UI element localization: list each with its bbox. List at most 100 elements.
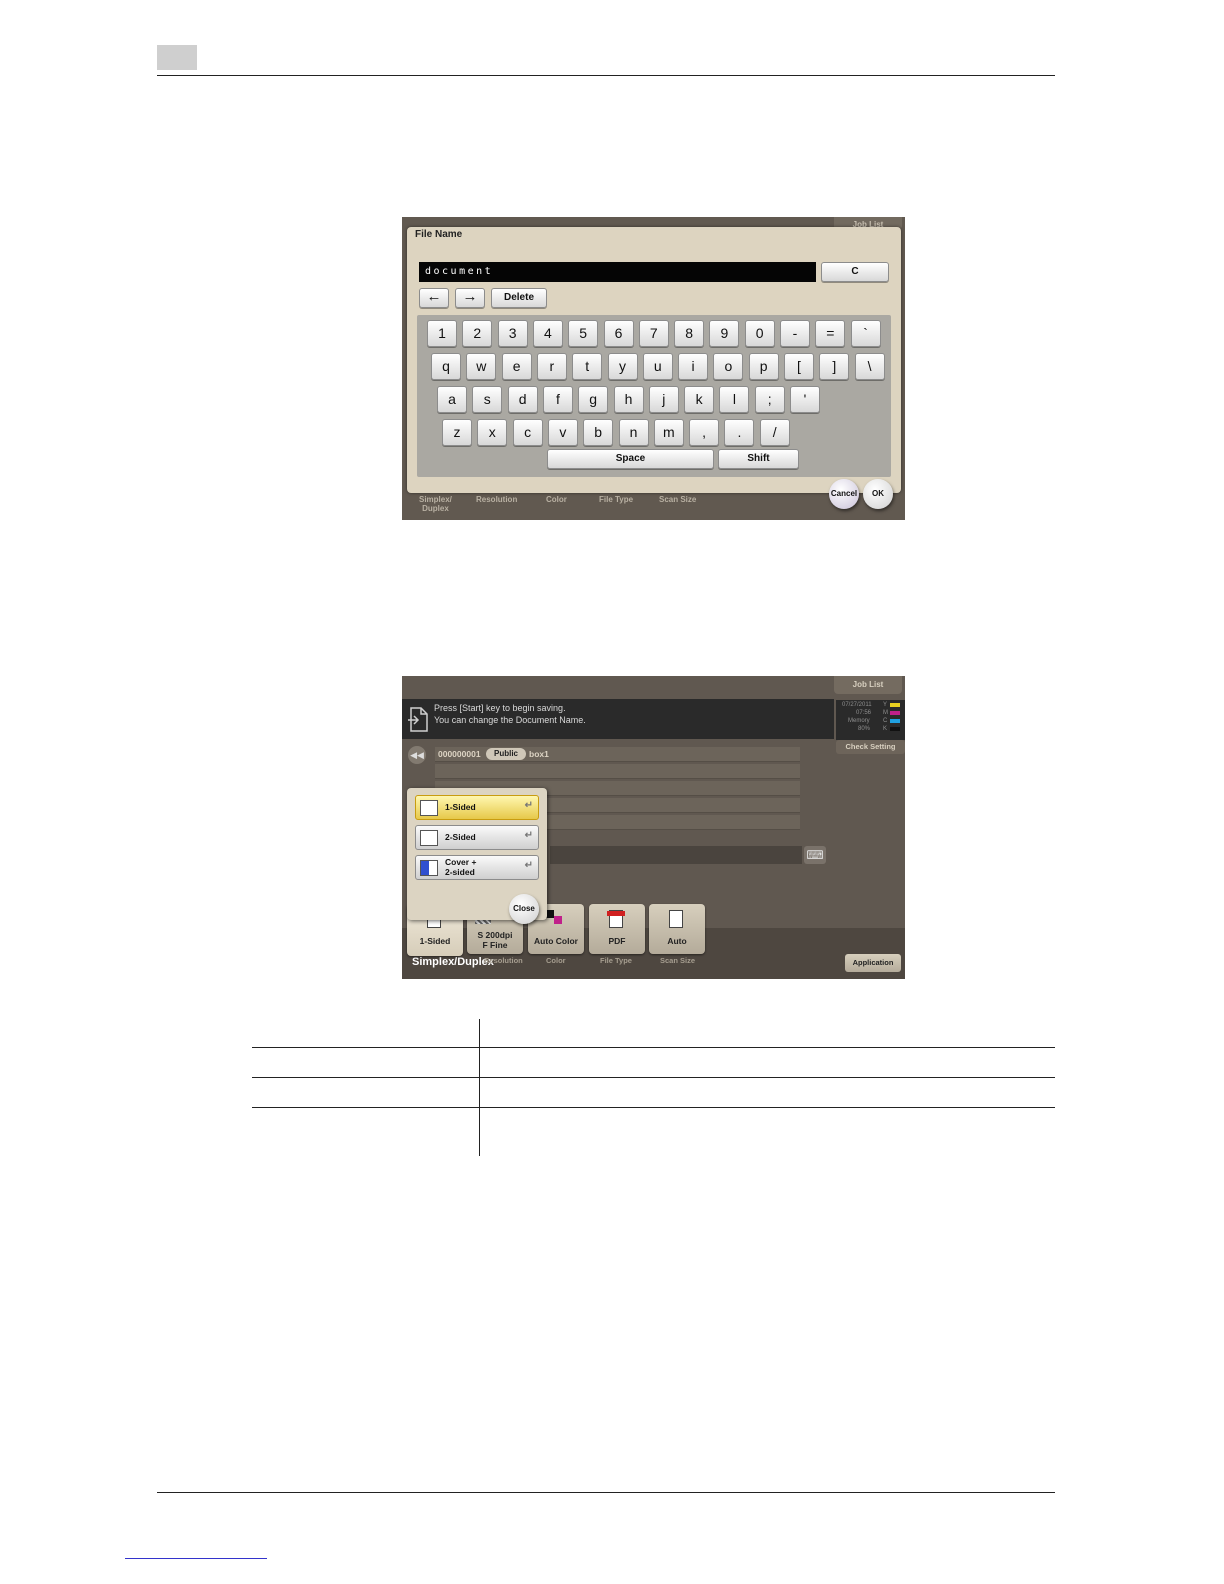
- option-1-sided[interactable]: 1-Sided ↵: [415, 795, 539, 820]
- clear-button[interactable]: C: [821, 262, 889, 282]
- key-button[interactable]: g: [578, 386, 609, 413]
- key-button[interactable]: e: [501, 353, 532, 380]
- status-date: 07/27/2011: [842, 702, 872, 708]
- shift-key[interactable]: Shift: [718, 449, 799, 469]
- key-button[interactable]: 4: [532, 320, 563, 347]
- cover-two-sided-icon: [420, 860, 438, 876]
- cursor-left-button[interactable]: ←: [419, 288, 449, 308]
- close-button[interactable]: Close: [509, 894, 539, 924]
- option-cover-2-sided[interactable]: Cover + 2-sided ↵: [415, 855, 539, 880]
- cursor-right-button[interactable]: →: [455, 288, 485, 308]
- resolution-value: S 200dpi F Fine: [477, 930, 513, 950]
- keyboard-icon[interactable]: ⌨: [804, 846, 826, 864]
- file-name-keyboard-screenshot: Job List File Name document C ← → Delete…: [402, 217, 905, 520]
- toner-y-label: Y: [883, 702, 888, 708]
- key-button[interactable]: 5: [568, 320, 599, 347]
- delete-button[interactable]: Delete: [491, 288, 547, 308]
- key-button[interactable]: o: [713, 353, 744, 380]
- table-column-divider: [479, 1019, 480, 1156]
- key-button[interactable]: ]: [819, 353, 850, 380]
- key-button[interactable]: m: [653, 419, 684, 446]
- box-type-badge: Public: [486, 748, 526, 760]
- key-button[interactable]: .: [724, 419, 755, 446]
- check-setting-tab[interactable]: Check Setting: [836, 740, 905, 754]
- document-icon: [408, 707, 428, 732]
- caption-resolution: Resolution: [484, 956, 523, 965]
- key-button[interactable]: x: [477, 419, 508, 446]
- key-button[interactable]: l: [719, 386, 750, 413]
- key-button[interactable]: p: [748, 353, 779, 380]
- key-button[interactable]: i: [678, 353, 709, 380]
- key-button[interactable]: 8: [674, 320, 705, 347]
- scan-size-value: Auto: [667, 936, 687, 946]
- key-button[interactable]: 2: [462, 320, 493, 347]
- key-button[interactable]: q: [431, 353, 461, 380]
- ok-button[interactable]: OK: [863, 479, 893, 509]
- key-button[interactable]: 7: [638, 320, 669, 347]
- key-button[interactable]: ,: [689, 419, 720, 446]
- key-button[interactable]: 9: [709, 320, 740, 347]
- back-icon[interactable]: ◀◀: [408, 746, 426, 764]
- status-panel: 07/27/2011 07:56 Memory 80% Y M C K: [836, 700, 905, 740]
- caption-color: Color: [546, 495, 567, 504]
- key-button[interactable]: a: [437, 386, 467, 413]
- document-name-field[interactable]: [550, 846, 802, 864]
- application-button[interactable]: Application: [845, 954, 901, 972]
- key-button[interactable]: c: [512, 419, 543, 446]
- key-button[interactable]: 6: [603, 320, 634, 347]
- toner-c-label: C: [883, 718, 888, 724]
- key-button[interactable]: f: [542, 386, 573, 413]
- page-icon: [669, 910, 683, 928]
- key-button[interactable]: =: [815, 320, 846, 347]
- color-value: Auto Color: [534, 936, 578, 946]
- header-rule: [157, 75, 1055, 76]
- key-button[interactable]: s: [472, 386, 503, 413]
- key-button[interactable]: \: [854, 353, 885, 380]
- one-sided-icon: [420, 800, 438, 816]
- key-button[interactable]: ;: [754, 386, 785, 413]
- simplex-duplex-value: 1-Sided: [419, 936, 451, 946]
- enter-icon: ↵: [524, 830, 533, 841]
- box-save-screenshot: Job List Press [Start] key to begin savi…: [402, 676, 905, 979]
- key-button[interactable]: h: [613, 386, 644, 413]
- key-button[interactable]: 1: [427, 320, 457, 347]
- key-button[interactable]: t: [572, 353, 603, 380]
- key-button[interactable]: y: [607, 353, 638, 380]
- table-rule: [252, 1047, 1055, 1048]
- key-button[interactable]: 0: [744, 320, 775, 347]
- key-button[interactable]: u: [642, 353, 673, 380]
- space-key[interactable]: Space: [547, 449, 714, 469]
- key-button[interactable]: `: [850, 320, 881, 347]
- key-button[interactable]: d: [507, 386, 538, 413]
- key-button[interactable]: n: [618, 419, 649, 446]
- toner-m-bar: [890, 711, 900, 715]
- key-button[interactable]: ': [790, 386, 820, 413]
- status-memory-value: 80%: [858, 726, 871, 732]
- key-button[interactable]: b: [583, 419, 614, 446]
- option-label: 1-Sided: [445, 802, 476, 812]
- key-button[interactable]: [: [784, 353, 814, 380]
- key-button[interactable]: v: [547, 419, 578, 446]
- toner-k-bar: [890, 727, 900, 731]
- key-button[interactable]: -: [780, 320, 810, 347]
- key-button[interactable]: j: [648, 386, 679, 413]
- job-list-tab[interactable]: Job List: [834, 676, 902, 694]
- key-button[interactable]: w: [466, 353, 497, 380]
- toner-k-label: K: [883, 726, 888, 732]
- color-icon: [546, 910, 554, 918]
- info-row: [435, 764, 800, 779]
- file-type-button[interactable]: PDF: [589, 904, 645, 954]
- box-name: box1: [529, 749, 549, 759]
- key-button[interactable]: z: [442, 419, 472, 446]
- file-type-value: PDF: [608, 936, 626, 946]
- key-button[interactable]: /: [759, 419, 790, 446]
- key-button[interactable]: r: [536, 353, 567, 380]
- option-2-sided[interactable]: 2-Sided ↵: [415, 825, 539, 850]
- key-button[interactable]: k: [684, 386, 715, 413]
- key-button[interactable]: 3: [497, 320, 528, 347]
- cancel-button[interactable]: Cancel: [829, 479, 859, 509]
- scan-size-button[interactable]: Auto: [649, 904, 705, 954]
- file-name-input[interactable]: document: [419, 262, 816, 282]
- message-line-2: You can change the Document Name.: [434, 715, 586, 725]
- caption-file-type: File Type: [600, 956, 632, 965]
